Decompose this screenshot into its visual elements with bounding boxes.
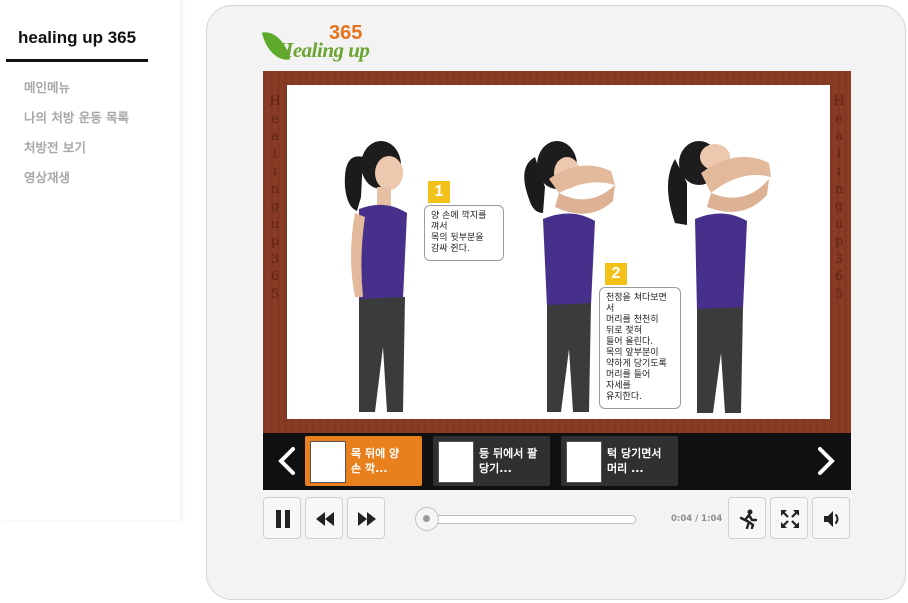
border-letter: e	[835, 111, 843, 127]
fast-forward-icon	[358, 512, 376, 526]
playlist-item[interactable]: 턱 당기면서 머리 ...	[561, 436, 678, 486]
video-stage[interactable]: Healingup365 Healingup365 1 양 손에 깍지를 껴서 …	[263, 71, 851, 433]
seek-bar[interactable]	[424, 515, 636, 524]
step-2-line: 천정을 쳐다보면서	[606, 293, 667, 314]
step-2-line: 유지한다.	[606, 392, 642, 402]
step-2-line: 약하게 당기도록	[606, 359, 667, 369]
stage-border-right: Healingup 3 6 5	[830, 93, 848, 303]
border-letter: g	[270, 199, 280, 214]
healing-up-logo: Healing up 365	[261, 22, 373, 68]
playlist-item[interactable]: 목 뒤에 양 손 깍...	[305, 436, 422, 486]
border-letter: u	[270, 216, 280, 232]
step-2-line: 자세를	[606, 381, 631, 391]
volume-icon	[824, 511, 839, 527]
title-line: 머리 ...	[607, 462, 644, 475]
border-letter: a	[271, 129, 279, 144]
border-letter: 5	[834, 286, 844, 302]
border-letter: 6	[834, 269, 844, 284]
border-letter: g	[834, 199, 844, 214]
rewind-icon	[316, 512, 334, 526]
step-1-badge: 1	[428, 181, 450, 203]
step-2-badge: 2	[605, 263, 627, 285]
border-letter: u	[834, 216, 844, 232]
step-2-line: 머리를 천천히	[606, 315, 659, 325]
time-readout: 0:04 / 1:04	[671, 514, 723, 524]
thumbnail-image	[310, 441, 346, 483]
fullscreen-button[interactable]	[770, 497, 808, 539]
title-line: 목 뒤에 양	[351, 447, 400, 460]
border-letter: l	[272, 146, 278, 162]
seek-handle[interactable]	[414, 507, 439, 531]
step-2-line: 목의 앞부분이	[606, 348, 659, 358]
border-letter: n	[270, 181, 280, 197]
title-line: 턱 당기면서	[607, 447, 662, 460]
border-letter: p	[270, 234, 280, 249]
border-letter: H	[269, 94, 281, 109]
exercise-slide: 1 양 손에 깍지를 껴서 목의 뒷부분을 감싸 쥔다. 2 천정을 쳐다보면서…	[287, 85, 830, 419]
border-letter: l	[836, 146, 842, 162]
figure-standing	[344, 141, 407, 412]
menu-item-main[interactable]: 메인메뉴	[24, 79, 129, 109]
border-letter: 5	[270, 286, 280, 302]
exercise-mode-button[interactable]	[728, 497, 766, 539]
pause-icon	[276, 510, 290, 528]
step-2-line: 들어 올린다.	[606, 337, 654, 347]
logo-number: 365	[329, 22, 363, 44]
step-1-line: 양 손에 깍지를 껴서	[431, 211, 487, 232]
figure-head-back	[668, 141, 771, 413]
step-1-line: 목의 뒷부분을	[431, 233, 484, 243]
forward-button[interactable]	[347, 497, 385, 539]
title-divider	[6, 59, 148, 62]
playlist-item-title: 등 뒤에서 팔 당기...	[479, 446, 547, 476]
border-letter: 6	[270, 269, 280, 284]
stage-border-left: Healingup 3 6 5	[266, 93, 284, 303]
sidebar-menu: 메인메뉴 나의 처방 운동 목록 처방전 보기 영상재생	[24, 79, 129, 199]
playlist-strip: 목 뒤에 양 손 깍... 등 뒤에서 팔 당기... 턱 당기면서 머리 ..…	[263, 433, 851, 490]
thumbnail-image	[566, 441, 602, 483]
chevron-right-icon[interactable]	[814, 446, 838, 476]
border-letter: 3	[270, 251, 280, 267]
step-1-callout: 양 손에 깍지를 껴서 목의 뒷부분을 감싸 쥔다.	[424, 205, 504, 261]
volume-button[interactable]	[812, 497, 850, 539]
playlist-item-title: 목 뒤에 양 손 깍...	[351, 446, 419, 476]
border-letter: i	[272, 164, 278, 179]
step-2-line: 뒤로 젖혀	[606, 326, 642, 336]
site-title[interactable]: healing up 365	[18, 28, 136, 48]
border-letter: n	[834, 181, 844, 197]
sidebar: healing up 365 메인메뉴 나의 처방 운동 목록 처방전 보기 영…	[0, 0, 180, 520]
border-letter: 3	[834, 251, 844, 267]
menu-item-video-play[interactable]: 영상재생	[24, 169, 129, 199]
step-1-line: 감싸 쥔다.	[431, 244, 470, 254]
fullscreen-icon	[781, 510, 799, 528]
title-line: 등 뒤에서 팔	[479, 447, 538, 460]
title-line: 당기...	[479, 462, 512, 475]
border-letter: a	[835, 129, 843, 144]
menu-item-my-exercises[interactable]: 나의 처방 운동 목록	[24, 109, 129, 139]
step-2-callout: 천정을 쳐다보면서 머리를 천천히 뒤로 젖혀 들어 올린다. 목의 앞부분이 …	[599, 287, 681, 409]
border-letter: H	[833, 94, 845, 109]
playlist-item-title: 턱 당기면서 머리 ...	[607, 446, 675, 476]
menu-item-prescription[interactable]: 처방전 보기	[24, 139, 129, 169]
title-line: 손 깍...	[351, 462, 388, 475]
rewind-button[interactable]	[305, 497, 343, 539]
chevron-left-icon[interactable]	[275, 446, 299, 476]
thumbnail-image	[438, 441, 474, 483]
border-letter: p	[834, 234, 844, 249]
playlist-item[interactable]: 등 뒤에서 팔 당기...	[433, 436, 550, 486]
running-person-icon	[739, 509, 758, 529]
border-letter: i	[836, 164, 842, 179]
border-letter: e	[271, 111, 279, 127]
step-2-line: 머리를 들어	[606, 370, 651, 380]
pause-button[interactable]	[263, 497, 301, 539]
